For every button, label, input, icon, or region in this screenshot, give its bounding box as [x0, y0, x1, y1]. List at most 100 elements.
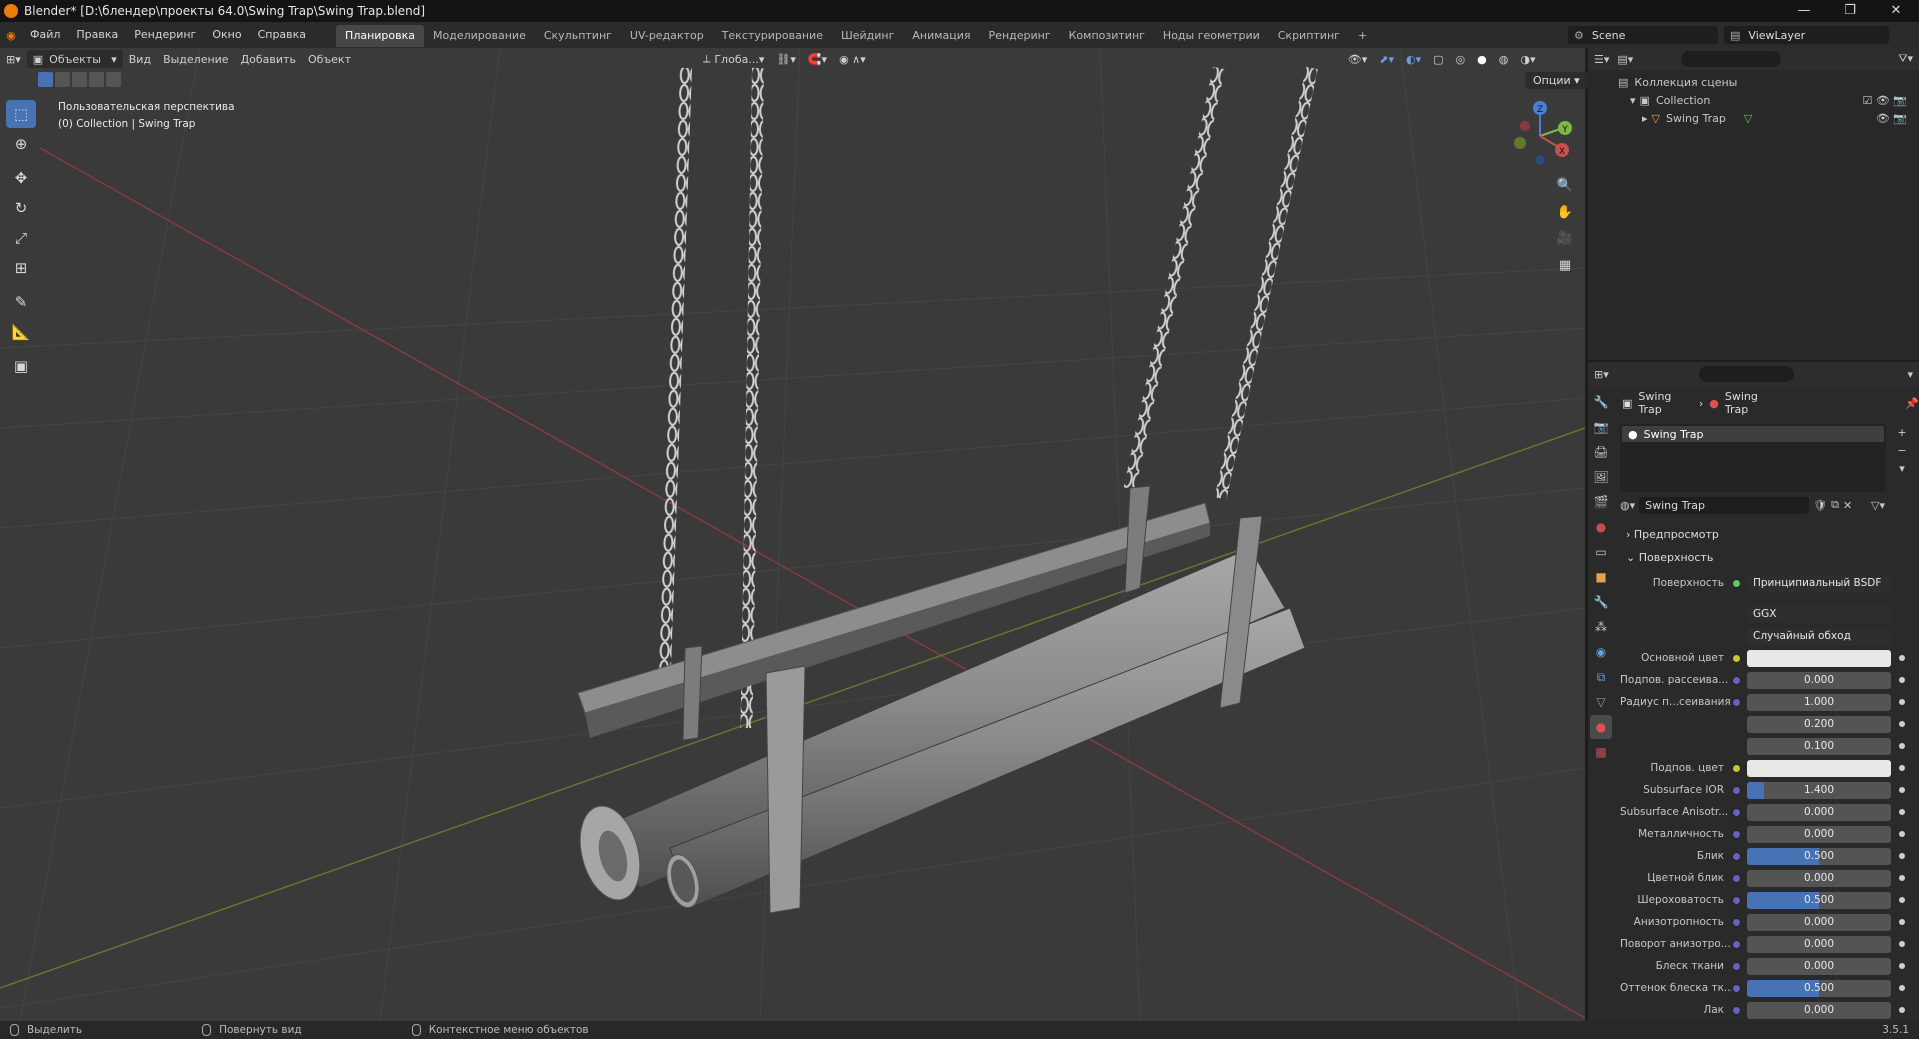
keyframe-dot-icon[interactable]	[1899, 963, 1905, 969]
material-link-icon[interactable]: ▽▾	[1871, 499, 1885, 512]
filter-icon[interactable]: ⛛▾	[1898, 52, 1913, 66]
menu-edit[interactable]: Правка	[68, 22, 126, 48]
constraints-tab-icon[interactable]: ⧉	[1590, 665, 1612, 689]
navigation-gizmo[interactable]: Z Y X	[1505, 98, 1575, 168]
rotate-tool-icon[interactable]: ↻	[6, 194, 36, 222]
socket-icon[interactable]	[1732, 763, 1741, 773]
value-slider[interactable]: 0.000	[1747, 825, 1891, 843]
add-slot-button[interactable]: +	[1893, 424, 1911, 442]
value-slider[interactable]: 0.000	[1747, 869, 1891, 887]
select-invert-icon[interactable]	[89, 72, 104, 87]
overlay-toggle-icon[interactable]: ◐▾	[1400, 50, 1427, 68]
shading-wireframe-icon[interactable]: ◎	[1450, 50, 1472, 68]
color-swatch[interactable]	[1747, 649, 1891, 667]
object-row[interactable]: ▸ ▽ Swing Trap ▽ 👁 📷	[1618, 110, 1919, 128]
socket-icon[interactable]	[1732, 829, 1741, 839]
maximize-button[interactable]: ❐	[1827, 0, 1873, 22]
view-layer-selector[interactable]: ▤ ViewLayer	[1724, 26, 1889, 44]
camera-view-icon[interactable]: 🎥	[1553, 226, 1577, 250]
color-swatch[interactable]	[1747, 759, 1891, 777]
distribution-dropdown[interactable]: GGX	[1747, 605, 1891, 623]
modifier-tab-icon[interactable]: 🔧	[1590, 590, 1612, 614]
output-tab-icon[interactable]: 🖨	[1590, 440, 1612, 464]
shading-rendered-icon[interactable]: ◑▾	[1514, 50, 1541, 68]
data-tab-icon[interactable]: ▽	[1590, 690, 1612, 714]
tab-texture-paint[interactable]: Текстурирование	[713, 25, 832, 47]
tab-uv-editing[interactable]: UV-редактор	[621, 25, 713, 47]
keyframe-dot-icon[interactable]	[1899, 941, 1905, 947]
material-tab-icon[interactable]: ●	[1590, 715, 1612, 739]
render-tab-icon[interactable]: 📷	[1590, 415, 1612, 439]
keyframe-dot-icon[interactable]	[1899, 853, 1905, 859]
duplicate-material-icon[interactable]: ⧉	[1831, 498, 1839, 512]
keyframe-dot-icon[interactable]	[1899, 677, 1905, 683]
socket-icon[interactable]	[1732, 1005, 1741, 1015]
socket-icon[interactable]	[1732, 697, 1741, 707]
visibility-icon[interactable]: 👁▾	[1342, 50, 1374, 68]
socket-icon[interactable]	[1732, 983, 1741, 993]
socket-icon[interactable]	[1732, 851, 1741, 861]
menu-render[interactable]: Рендеринг	[126, 22, 204, 48]
shading-solid-icon[interactable]: ●	[1471, 50, 1493, 68]
minimize-button[interactable]: —	[1781, 0, 1827, 22]
scene-collection-row[interactable]: ▤ Коллекция сцены	[1618, 74, 1919, 92]
xray-icon[interactable]: ▢	[1427, 50, 1449, 68]
socket-icon[interactable]	[1732, 873, 1741, 883]
socket-icon[interactable]	[1732, 961, 1741, 971]
annotate-tool-icon[interactable]: ✎	[6, 288, 36, 316]
keyframe-dot-icon[interactable]	[1899, 875, 1905, 881]
measure-tool-icon[interactable]: 📐	[6, 318, 36, 346]
outliner-search-input[interactable]	[1681, 51, 1782, 67]
particles-tab-icon[interactable]: ⁂	[1590, 615, 1612, 639]
value-slider[interactable]: 1.000	[1747, 693, 1891, 711]
material-slot-item[interactable]: ● Swing Trap	[1622, 426, 1884, 442]
value-slider[interactable]: 0.500	[1747, 847, 1891, 865]
socket-icon[interactable]	[1732, 675, 1741, 685]
remove-slot-button[interactable]: −	[1893, 442, 1911, 460]
orientation-dropdown[interactable]: ⟂ Глоба... ▾	[697, 50, 770, 68]
value-slider[interactable]: 1.400	[1747, 781, 1891, 799]
keyframe-dot-icon[interactable]	[1899, 655, 1905, 661]
keyframe-dot-icon[interactable]	[1899, 787, 1905, 793]
collection-row[interactable]: ▾ ▣ Collection ☑ 👁 📷	[1618, 92, 1919, 110]
outliner-editor-type-icon[interactable]: ☰▾	[1594, 53, 1609, 66]
tab-animation[interactable]: Анимация	[903, 25, 979, 47]
shading-material-icon[interactable]: ◍	[1493, 50, 1515, 68]
keyframe-dot-icon[interactable]	[1899, 985, 1905, 991]
blender-menu-icon[interactable]: ◉	[0, 29, 22, 42]
proportional-edit-icon[interactable]: ◉ ∧▾	[833, 50, 872, 68]
move-tool-icon[interactable]: ✥	[6, 164, 36, 192]
tab-layout[interactable]: Планировка	[336, 25, 425, 47]
keyframe-dot-icon[interactable]	[1899, 809, 1905, 815]
gizmo-toggle-icon[interactable]: ⬈▾	[1373, 50, 1400, 68]
value-slider[interactable]: 0.000	[1747, 671, 1891, 689]
keyframe-dot-icon[interactable]	[1899, 743, 1905, 749]
select-intersect-icon[interactable]	[106, 72, 121, 87]
tab-shading[interactable]: Шейдинг	[832, 25, 903, 47]
mode-dropdown[interactable]: ▣ Объекты ▾	[26, 50, 123, 68]
tab-sculpting[interactable]: Скульптинг	[535, 25, 621, 47]
3d-viewport[interactable]	[0, 48, 1585, 1021]
value-slider[interactable]: 0.000	[1747, 1001, 1891, 1019]
scene-selector[interactable]: ⚙ Scene	[1568, 26, 1718, 44]
pan-hand-icon[interactable]: ✋	[1553, 200, 1577, 224]
menu-view[interactable]: Вид	[123, 50, 157, 68]
expand-arrow-icon[interactable]: ▾	[1630, 92, 1636, 110]
socket-icon[interactable]	[1732, 653, 1741, 663]
ortho-grid-icon[interactable]: ▦	[1553, 253, 1577, 277]
surface-shader-dropdown[interactable]: Принципиальный BSDF	[1747, 574, 1891, 592]
value-slider[interactable]: 0.000	[1747, 935, 1891, 953]
value-slider[interactable]: 0.500	[1747, 979, 1891, 997]
material-name-field[interactable]: Swing Trap	[1639, 496, 1810, 514]
snap-icon[interactable]: 🧲▾	[802, 50, 833, 68]
value-slider[interactable]: 0.100	[1747, 737, 1891, 755]
select-extend-icon[interactable]	[55, 72, 70, 87]
outliner-display-mode-icon[interactable]: ▤▾	[1617, 53, 1633, 66]
unlink-material-icon[interactable]: ✕	[1843, 499, 1852, 512]
menu-object[interactable]: Объект	[302, 50, 357, 68]
subsurface-method-dropdown[interactable]: Случайный обход	[1747, 627, 1891, 645]
view-layer-tab-icon[interactable]: 🖼	[1590, 465, 1612, 489]
tab-rendering[interactable]: Рендеринг	[980, 25, 1060, 47]
menu-select[interactable]: Выделение	[157, 50, 235, 68]
value-slider[interactable]: 0.200	[1747, 715, 1891, 733]
